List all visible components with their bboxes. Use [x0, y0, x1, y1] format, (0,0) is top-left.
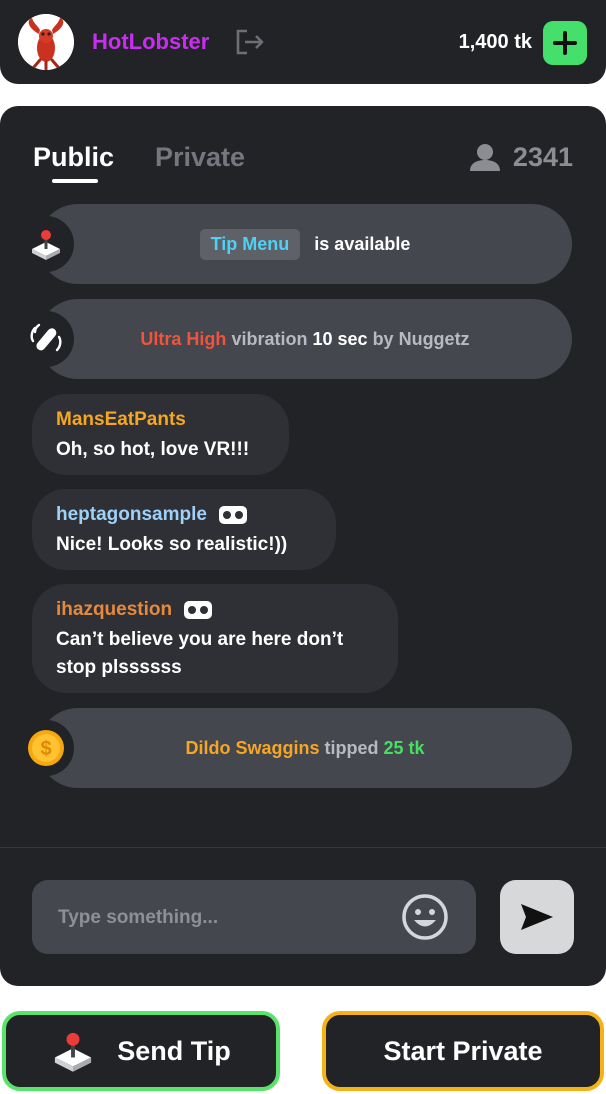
- vr-headset-icon: [218, 506, 247, 524]
- tab-private[interactable]: Private: [155, 140, 245, 174]
- vibration-icon: [18, 311, 74, 367]
- start-private-button[interactable]: Start Private: [322, 1011, 604, 1091]
- joystick-icon: [18, 216, 74, 272]
- message-username[interactable]: heptagonsample: [56, 503, 312, 527]
- message-text: Can’t believe you are here don’t stop pl…: [56, 629, 344, 678]
- tip-menu-text: is available: [314, 233, 411, 254]
- joystick-icon: [55, 1032, 92, 1072]
- send-tip-label: Send Tip: [117, 1035, 231, 1066]
- vibration-duration: 10 sec: [312, 328, 368, 349]
- tip-amount: 25 tk: [383, 737, 425, 758]
- coin-icon: $: [18, 720, 74, 776]
- avatar[interactable]: [18, 14, 74, 70]
- send-button[interactable]: [500, 880, 574, 954]
- system-message-vibration: Ultra High vibration 10 sec by Nuggetz: [18, 299, 572, 379]
- add-tokens-button[interactable]: [543, 21, 587, 65]
- vibration-by: by Nuggetz: [372, 328, 470, 349]
- start-private-label: Start Private: [383, 1035, 543, 1066]
- username[interactable]: HotLobster: [92, 28, 209, 56]
- user-icon: [469, 144, 500, 171]
- top-bar: HotLobster 1,400 tk: [0, 0, 606, 84]
- send-tip-button[interactable]: Send Tip: [2, 1011, 280, 1091]
- viewer-count: 2341: [469, 140, 573, 174]
- system-message-tip: $ Dildo Swaggins tipped 25 tk: [18, 708, 572, 788]
- vibration-label: vibration: [231, 328, 308, 349]
- viewer-count-value: 2341: [512, 141, 573, 172]
- svg-text:$: $: [40, 738, 51, 760]
- lobster-avatar-icon: [18, 14, 74, 70]
- divider: [0, 847, 606, 848]
- message-input[interactable]: [56, 900, 400, 936]
- emoji-icon[interactable]: [401, 893, 449, 941]
- chat-message: ihazquestion Can’t believe you are here …: [32, 584, 398, 693]
- message-input-box: [32, 880, 476, 954]
- chat-message: MansEatPants Oh, so hot, love VR!!!: [32, 394, 289, 475]
- message-text: Nice! Looks so realistic!)): [56, 534, 288, 555]
- token-balance: 1,400 tk: [458, 31, 532, 53]
- tip-menu-link[interactable]: Tip Menu: [199, 228, 301, 260]
- chat-panel: Public Private 2341 Tip Menu is availabl…: [0, 106, 606, 986]
- tipper-name[interactable]: Dildo Swaggins: [185, 738, 319, 758]
- tipped-label: tipped: [324, 737, 379, 758]
- message-username[interactable]: MansEatPants: [56, 408, 265, 432]
- logout-icon[interactable]: [235, 29, 265, 55]
- vr-headset-icon: [184, 601, 213, 619]
- chat-message: heptagonsample Nice! Looks so realistic!…: [32, 489, 336, 570]
- message-text: Oh, so hot, love VR!!!: [56, 439, 250, 460]
- system-message-tip-menu: Tip Menu is available: [18, 204, 572, 284]
- vibration-level: Ultra High: [140, 328, 227, 349]
- active-tab-indicator: [52, 179, 98, 183]
- tab-public[interactable]: Public: [33, 140, 114, 174]
- send-arrow-icon: [521, 904, 553, 930]
- message-username[interactable]: ihazquestion: [56, 598, 374, 622]
